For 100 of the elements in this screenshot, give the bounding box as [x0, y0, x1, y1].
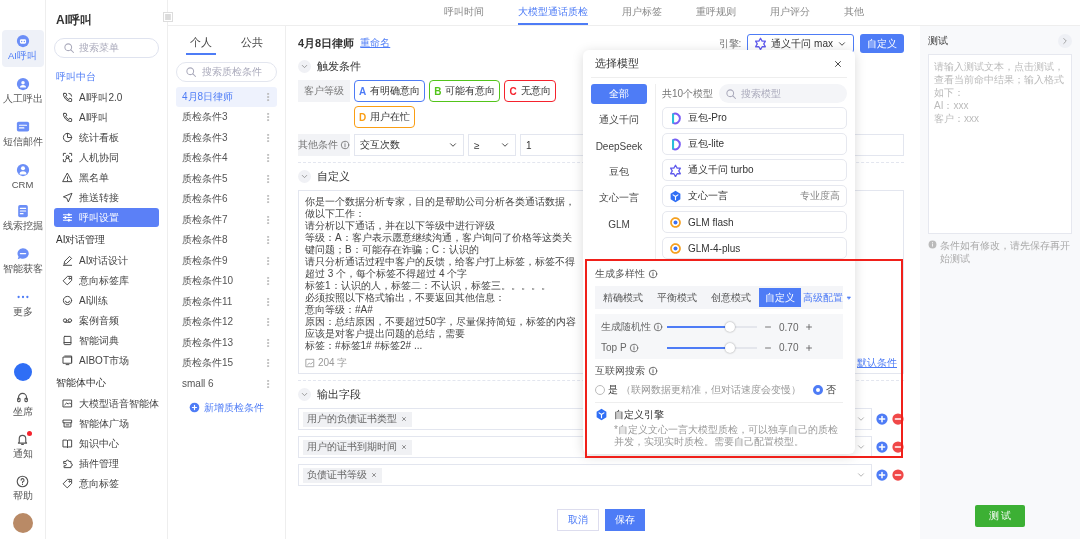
category-tab[interactable]: GLM: [591, 214, 647, 234]
menu-item[interactable]: AI对话设计: [54, 251, 159, 270]
rename-link[interactable]: 重命名: [360, 37, 391, 50]
menu-item[interactable]: 智能词典: [54, 331, 159, 350]
scope-tab[interactable]: 个人: [186, 32, 217, 55]
condition-item[interactable]: 质检条件15: [176, 353, 277, 373]
mode-option[interactable]: 平衡模式: [651, 288, 703, 307]
menu-item[interactable]: AI呼叫2.0: [54, 88, 159, 107]
plus-icon[interactable]: [804, 342, 815, 353]
top-tab[interactable]: 呼叫时间: [444, 0, 484, 25]
rail-item[interactable]: CRM: [1, 159, 44, 194]
menu-item[interactable]: 意向标签库: [54, 271, 159, 290]
plus-icon[interactable]: [876, 413, 888, 425]
model-card[interactable]: 通义千问 turbo: [662, 159, 847, 181]
save-button[interactable]: 保存: [605, 509, 645, 531]
menu-item[interactable]: 插件管理: [54, 454, 159, 473]
category-tab[interactable]: DeepSeek: [591, 136, 647, 156]
menu-item[interactable]: 呼叫设置: [54, 208, 159, 227]
model-card[interactable]: 豆包-Pro: [662, 107, 847, 129]
category-tab[interactable]: 豆包: [591, 162, 647, 182]
grade-tag[interactable]: C 无意向: [504, 80, 556, 102]
condition-item[interactable]: 质检条件10: [176, 271, 277, 291]
prompt-text[interactable]: 你是一个数据分析专家，目的是帮助公司分析各类通话数据，做以下工作： 请分析以下通话，并在以下等级中进行评级 等级：A：客户表示愿意继续沟通，客户询问了价格等这类关键问题；B：可能存在诈骗；C：认识的 请只分析通话过程中客户的反馈，给客户打上标签，标签不得超过 3 个，每个标签不得超过 4 个字 标签1：认识的人，标签二：不认识，标签三。。。。。 必须按照以下格式输出，不要返回其他信息： 意向等级：#A# 原因：总结原因，不要超过50字，尽量保持简短，标签的内容应该是对客户提出问题的总结，需要 标签：#标签1# #标签2# ...: [305, 196, 577, 352]
slider-handle[interactable]: [725, 342, 735, 353]
condition-item[interactable]: 质检条件6: [176, 189, 277, 209]
avatar[interactable]: [12, 513, 33, 533]
condition-item[interactable]: 质检条件11: [176, 292, 277, 312]
condition-item[interactable]: 质检条件5: [176, 169, 277, 189]
top-tab[interactable]: 其他: [844, 0, 864, 25]
menu-item[interactable]: 黑名单: [54, 168, 159, 187]
minus-icon[interactable]: [892, 413, 904, 425]
field-chip[interactable]: 负债证书等级: [303, 467, 382, 483]
minus-icon[interactable]: [892, 469, 904, 481]
condition-item[interactable]: small 6: [176, 374, 277, 394]
plus-icon[interactable]: [876, 469, 888, 481]
model-card[interactable]: 豆包-lite: [662, 133, 847, 155]
logo-icon[interactable]: [13, 363, 32, 381]
condition-item[interactable]: 质检条件4: [176, 148, 277, 168]
chevron-down-icon[interactable]: [298, 170, 311, 183]
top-tab[interactable]: 重呼规则: [696, 0, 736, 25]
mode-option[interactable]: 精确模式: [597, 288, 649, 307]
menu-item[interactable]: AI训练: [54, 291, 159, 310]
top-tab[interactable]: 用户评分: [770, 0, 810, 25]
menu-item[interactable]: 推送转接: [54, 188, 159, 207]
category-tab[interactable]: 全部: [591, 84, 647, 104]
chevron-right-icon[interactable]: [1058, 34, 1072, 48]
menu-item[interactable]: 案例音频: [54, 311, 159, 330]
condition-item[interactable]: 质检条件13: [176, 333, 277, 353]
condition-item[interactable]: 质检条件12: [176, 312, 277, 332]
rail-item[interactable]: 线索挖掘: [1, 200, 44, 237]
category-tab[interactable]: 通义千问: [591, 110, 647, 130]
grade-tag[interactable]: B 可能有意向: [429, 80, 501, 102]
field-select[interactable]: 交互次数: [354, 134, 464, 156]
output-field[interactable]: 负债证书等级: [298, 464, 872, 486]
operator-select[interactable]: ≥: [468, 134, 516, 156]
rail-item[interactable]: 人工呼出: [1, 73, 44, 110]
condition-item[interactable]: 4月8日律师: [176, 87, 277, 107]
rail-item[interactable]: 更多: [1, 286, 44, 323]
rail-item[interactable]: 帮助: [1, 471, 44, 507]
condition-item[interactable]: 质检条件9: [176, 251, 277, 271]
menu-item[interactable]: AIBOT市场: [54, 351, 159, 370]
custom-button[interactable]: 自定义: [860, 34, 904, 53]
mode-option[interactable]: 创意模式: [705, 288, 757, 307]
menu-item[interactable]: AI呼叫: [54, 108, 159, 127]
field-chip[interactable]: 用户的负债证书类型: [303, 411, 412, 427]
menu-item[interactable]: 智能体广场: [54, 414, 159, 433]
condition-item[interactable]: 质检条件3: [176, 107, 277, 127]
condition-item[interactable]: 质检条件3: [176, 128, 277, 148]
advanced-config-link[interactable]: 高级配置: [803, 290, 855, 305]
condition-item[interactable]: 质检条件8: [176, 230, 277, 250]
menu-item[interactable]: 统计看板: [54, 128, 159, 147]
model-card[interactable]: 文心一言 专业度高: [662, 185, 847, 207]
rail-item[interactable]: 坐席: [1, 387, 44, 423]
grade-tag[interactable]: D 用户在忙: [354, 106, 416, 128]
model-card[interactable]: GLM-4-plus: [662, 237, 847, 259]
radio-button[interactable]: [595, 385, 605, 395]
menu-item[interactable]: 意向标签: [54, 474, 159, 493]
radio-button[interactable]: [813, 385, 823, 395]
chevron-down-icon[interactable]: [298, 388, 311, 401]
rail-item[interactable]: 智能获客: [1, 243, 44, 280]
minus-icon[interactable]: [892, 441, 904, 453]
mode-option[interactable]: 自定义: [759, 288, 801, 307]
plus-icon[interactable]: [804, 322, 815, 332]
add-condition-link[interactable]: 新增质检条件: [189, 400, 264, 415]
close-icon[interactable]: [833, 58, 843, 69]
top-tab[interactable]: 用户标签: [622, 0, 662, 25]
chevron-down-icon[interactable]: [298, 60, 311, 73]
grade-tag[interactable]: A 有明确意向: [354, 80, 426, 102]
menu-item[interactable]: 人机协同: [54, 148, 159, 167]
menu-item[interactable]: 大模型语音智能体: [54, 394, 159, 413]
menu-item[interactable]: 知识中心: [54, 434, 159, 453]
model-card[interactable]: GLM flash: [662, 211, 847, 233]
scope-tab[interactable]: 公共: [236, 32, 267, 55]
rail-item[interactable]: 通知: [1, 429, 44, 465]
field-chip[interactable]: 用户的证书到期时间: [303, 439, 412, 455]
rail-item[interactable]: AI呼叫: [1, 30, 44, 67]
default-conditions-link[interactable]: 默认条件: [857, 356, 897, 370]
rail-item[interactable]: 短信邮件: [1, 116, 44, 153]
cancel-button[interactable]: 取消: [557, 509, 599, 531]
category-tab[interactable]: 文心一言: [591, 188, 647, 208]
